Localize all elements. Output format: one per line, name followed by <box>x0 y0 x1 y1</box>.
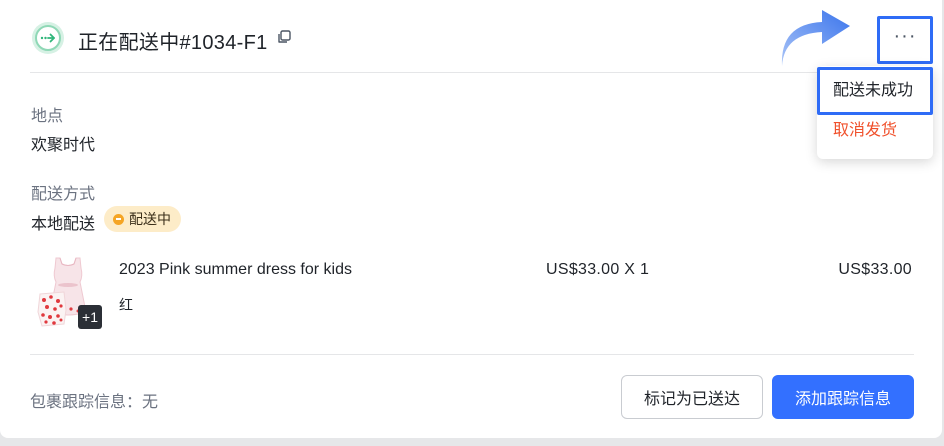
add-tracking-button[interactable]: 添加跟踪信息 <box>772 375 914 419</box>
tracking-info-label: 包裹跟踪信息： <box>30 394 143 411</box>
status-badge-label: 配送中 <box>129 211 171 227</box>
more-actions-button[interactable]: ··· <box>877 16 933 64</box>
status-badge: 配送中 <box>104 206 181 232</box>
location-value: 欢聚时代 <box>31 137 96 154</box>
more-dots-icon: ··· <box>893 24 917 47</box>
curved-arrow-icon <box>781 10 850 66</box>
delivery-method-label: 配送方式 <box>31 186 96 203</box>
delivery-method-value: 本地配送 <box>31 216 96 233</box>
header-divider <box>30 72 914 73</box>
tracking-info: 包裹跟踪信息：无 <box>30 388 158 412</box>
menu-item-delivery-failed[interactable]: 配送未成功 <box>817 67 933 115</box>
order-title: 正在配送中#1034-F1 <box>78 32 268 54</box>
product-name: 2023 Pink summer dress for kids <box>119 261 352 278</box>
arrow-right-dashed-icon <box>32 22 64 54</box>
more-items-badge: +1 <box>78 305 102 329</box>
status-dot-icon <box>113 213 124 225</box>
location-label: 地点 <box>31 108 64 125</box>
tracking-info-value: 无 <box>142 394 159 411</box>
more-actions-menu: 配送未成功 取消发货 <box>817 66 933 159</box>
copy-icon[interactable] <box>276 29 292 45</box>
footer-divider <box>30 354 914 355</box>
mark-delivered-button[interactable]: 标记为已送达 <box>621 375 763 419</box>
unit-price-quantity: US$33.00 X 1 <box>546 261 650 278</box>
menu-item-cancel-shipment[interactable]: 取消发货 <box>817 118 933 148</box>
line-total: US$33.00 <box>838 261 912 278</box>
product-variant: 红 <box>119 297 133 313</box>
